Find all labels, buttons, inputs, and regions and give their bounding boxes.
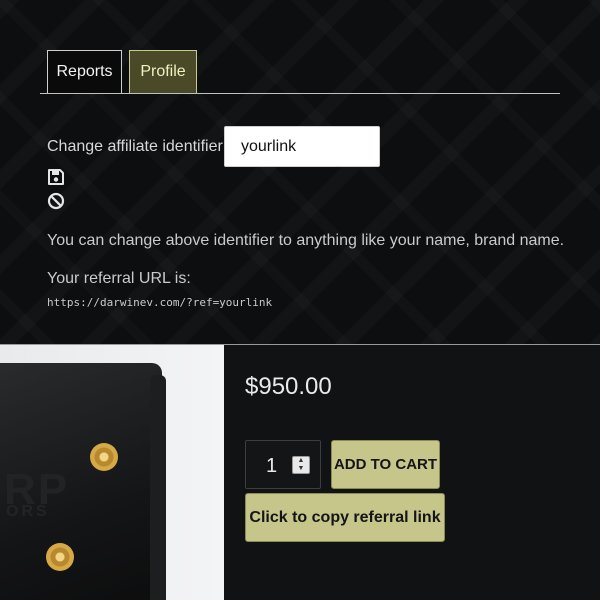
referral-url-label: Your referral URL is:: [47, 270, 191, 287]
section-divider: [0, 344, 600, 345]
product-info: $950.00 1 ▲ ▼ ADD TO CART Click to copy r…: [224, 345, 600, 600]
product-price: $950.00: [245, 373, 332, 400]
stepper-arrows-icon[interactable]: ▲ ▼: [292, 456, 310, 474]
save-icon[interactable]: [47, 168, 65, 186]
affiliate-identifier-label: Change affiliate identifier:: [47, 138, 228, 155]
tab-profile[interactable]: Profile: [129, 50, 197, 93]
copy-referral-link-button[interactable]: Click to copy referral link: [245, 493, 445, 542]
add-to-cart-button[interactable]: ADD TO CART: [331, 440, 440, 489]
quantity-value[interactable]: 1: [266, 455, 277, 478]
brass-bolt: [90, 443, 118, 471]
device-edge: [150, 375, 166, 600]
affiliate-identifier-input[interactable]: [224, 126, 380, 167]
brass-bolt: [46, 543, 74, 571]
tab-reports[interactable]: Reports: [47, 50, 122, 93]
quantity-stepper[interactable]: 1 ▲ ▼: [245, 440, 321, 489]
affiliate-profile-panel: Reports Profile Change affiliate identif…: [0, 0, 600, 344]
cancel-icon[interactable]: [47, 192, 65, 210]
referral-url: https://darwinev.com/?ref=yourlink: [47, 296, 273, 309]
tab-bar: Reports Profile: [40, 50, 560, 94]
product-section: RP ORS $950.00 1 ▲ ▼ ADD TO CART Click to…: [0, 345, 600, 600]
device-logo-subtext: ORS: [6, 503, 50, 520]
identifier-help-text: You can change above identifier to anyth…: [47, 232, 565, 249]
product-image: RP ORS: [0, 345, 224, 600]
